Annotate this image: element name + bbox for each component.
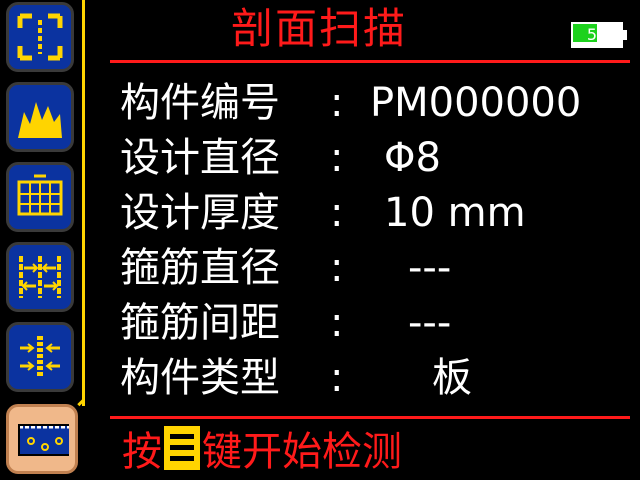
- battery-level-text: 50: [586, 25, 608, 44]
- param-row-stirrup-spacing[interactable]: 箍筋间距 : ---: [120, 296, 630, 351]
- spacing-icon: [19, 256, 61, 298]
- cover-depth-icon: [20, 336, 60, 378]
- params-list: 构件编号 : PM000000 设计直径 : Φ8 设计厚度 : 10 mm 箍…: [120, 76, 630, 406]
- param-colon: :: [330, 135, 344, 181]
- sidebar-item-waveform[interactable]: [6, 82, 74, 152]
- param-label: 设计厚度: [120, 190, 280, 236]
- waveform-icon: [18, 102, 62, 138]
- param-value: PM000000: [370, 80, 582, 126]
- sidebar-item-scan-area[interactable]: [6, 2, 74, 72]
- param-value: 10 mm: [384, 190, 526, 236]
- param-label: 箍筋间距: [120, 300, 280, 346]
- param-label: 箍筋直径: [120, 245, 280, 291]
- param-value: 板: [432, 355, 472, 401]
- section-scan-icon: [18, 424, 69, 456]
- battery-tip: [623, 30, 627, 40]
- sidebar-item-grid-scan[interactable]: [6, 162, 74, 232]
- param-colon: :: [330, 80, 344, 126]
- sidebar-divider: [82, 0, 85, 406]
- param-label: 设计直径: [120, 135, 280, 181]
- param-row-stirrup-diameter[interactable]: 箍筋直径 : ---: [120, 241, 630, 296]
- sidebar-item-section-scan[interactable]: [6, 404, 78, 474]
- footer-prefix: 按: [122, 429, 162, 475]
- param-row-component-id[interactable]: 构件编号 : PM000000: [120, 76, 630, 131]
- scan-area-icon: [17, 13, 63, 61]
- param-colon: :: [330, 355, 344, 401]
- param-row-design-diameter[interactable]: 设计直径 : Φ8: [120, 131, 630, 186]
- page-title: 剖面扫描: [230, 4, 407, 53]
- sidebar-item-cover-depth[interactable]: [6, 322, 74, 392]
- sidebar: [0, 0, 86, 480]
- param-colon: :: [330, 190, 344, 236]
- footer-suffix: 键开始检测: [202, 429, 402, 475]
- param-label: 构件编号: [120, 80, 280, 126]
- battery-indicator: 50: [571, 22, 627, 48]
- param-colon: :: [330, 300, 344, 346]
- param-value: ---: [408, 300, 452, 346]
- menu-key-icon: [164, 426, 200, 470]
- footer-hint: 按 键开始检测: [122, 422, 402, 475]
- param-row-design-thickness[interactable]: 设计厚度 : 10 mm: [120, 186, 630, 241]
- sidebar-item-spacing[interactable]: [6, 242, 74, 312]
- param-colon: :: [330, 245, 344, 291]
- grid-scan-icon: [17, 174, 63, 216]
- param-label: 构件类型: [120, 355, 280, 401]
- param-value: Φ8: [384, 135, 441, 181]
- param-value: ---: [408, 245, 452, 291]
- param-row-component-type[interactable]: 构件类型 : 板: [120, 351, 630, 406]
- top-divider: [110, 60, 630, 63]
